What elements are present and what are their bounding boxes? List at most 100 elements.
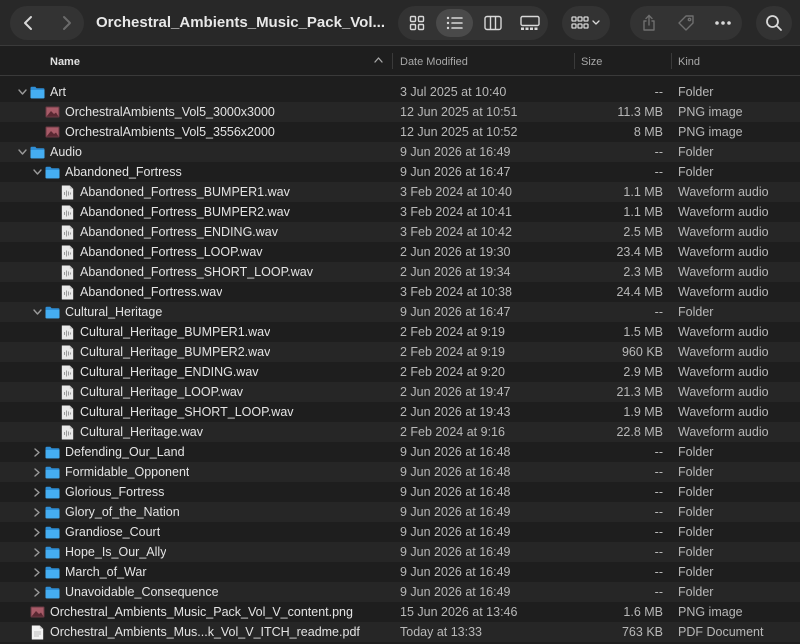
folder-icon [45,525,60,539]
item-size: 763 KB [621,625,663,639]
item-size: 2.5 MB [623,225,663,239]
audio-file-icon [61,405,76,420]
item-date-modified: 3 Feb 2024 at 10:41 [400,205,512,219]
folder-row[interactable]: Hope_Is_Our_Ally 9 Jun 2026 at 16:49 -- Fol… [0,542,800,562]
item-size: 22.8 MB [616,425,663,439]
item-kind: Waveform audio [678,205,769,219]
folder-row[interactable]: Glory_of_the_Nation 9 Jun 2026 at 16:49 --… [0,502,800,522]
image-file-icon [45,105,60,119]
file-row[interactable]: Cultural_Heritage_ENDING.wav 2 Feb 2024 a… [0,362,800,382]
item-name: Orchestral_Ambients_Music_Pack_Vol_V_con… [50,605,353,619]
item-name: Abandoned_Fortress_ENDING.wav [80,225,279,239]
column-size[interactable]: Size [581,56,602,68]
folder-row[interactable]: Audio 9 Jun 2026 at 16:49 -- Folder [0,142,800,162]
item-size: 24.4 MB [616,285,663,299]
item-date-modified: 9 Jun 2026 at 16:49 [400,525,511,539]
item-kind: Folder [678,165,714,179]
folder-row[interactable]: Defending_Our_Land 9 Jun 2026 at 16:48 -- F… [0,442,800,462]
item-kind: Waveform audio [678,285,769,299]
file-row[interactable]: Abandoned_Fortress_ENDING.wav 3 Feb 2024 … [0,222,800,242]
file-row[interactable]: Cultural_Heritage_BUMPER2.wav 2 Feb 2024 … [0,342,800,362]
disclosure-open-icon[interactable] [16,142,28,164]
item-kind: Waveform audio [678,265,769,279]
item-kind: Folder [678,585,714,599]
folder-icon [45,585,60,599]
folder-icon [45,565,60,579]
column-divider[interactable] [671,53,672,69]
item-date-modified: 15 Jun 2026 at 13:46 [400,605,518,619]
item-kind: Folder [678,525,714,539]
column-divider[interactable] [574,53,575,69]
folder-row[interactable]: Art 3 Jul 2025 at 10:40 -- Folder [0,82,800,102]
item-size: -- [654,145,663,159]
disclosure-open-icon[interactable] [31,302,43,324]
list-view-icon [446,16,463,30]
file-row[interactable]: Abandoned_Fortress.wav 3 Feb 2024 at 10:3… [0,282,800,302]
folder-row[interactable]: Grandiose_Court 9 Jun 2026 at 16:49 -- Fold… [0,522,800,542]
file-row[interactable]: Cultural_Heritage_BUMPER1.wav 2 Feb 2024 … [0,322,800,342]
item-size: -- [654,545,663,559]
file-row[interactable]: OrchestralAmbients_Vol5_3000x3000 12 Jun … [0,102,800,122]
sort-ascending-icon[interactable] [374,56,383,67]
folder-row[interactable]: Formidable_Opponent 9 Jun 2026 at 16:48 --… [0,462,800,482]
chevron-right-icon [62,16,71,30]
folder-row[interactable]: Abandoned_Fortress 9 Jun 2026 at 16:47 -- F… [0,162,800,182]
folder-row[interactable]: Unavoidable_Consequence 9 Jun 2026 at 16:… [0,582,800,602]
folder-row[interactable]: March_of_War 9 Jun 2026 at 16:49 -- Folder [0,562,800,582]
chevron-left-icon [23,16,32,30]
item-date-modified: 2 Feb 2024 at 9:19 [400,345,505,359]
item-name: Abandoned_Fortress [65,165,182,179]
item-date-modified: 3 Jul 2025 at 10:40 [400,85,507,99]
file-row[interactable]: OrchestralAmbients_Vol5_3556x2000 12 Jun … [0,122,800,142]
audio-file-icon [61,325,76,340]
more-button[interactable] [704,6,741,40]
file-row[interactable]: Cultural_Heritage_SHORT_LOOP.wav 2 Jun 20… [0,402,800,422]
group-by-button[interactable] [562,6,610,40]
file-row[interactable]: Abandoned_Fortress_BUMPER1.wav 3 Feb 2024… [0,182,800,202]
audio-file-icon [61,345,76,360]
column-kind[interactable]: Kind [678,56,700,68]
item-size: 2.3 MB [623,265,663,279]
file-row[interactable]: Orchestral_Ambients_Music_Pack_Vol_V_con… [0,602,800,622]
folder-row[interactable]: Glorious_Fortress 9 Jun 2026 at 16:48 -- Fo… [0,482,800,502]
icon-view-button[interactable] [398,6,435,40]
search-button[interactable] [756,6,792,40]
column-date-modified[interactable]: Date Modified [400,56,468,68]
file-row[interactable]: Cultural_Heritage_LOOP.wav 2 Jun 2026 at … [0,382,800,402]
tag-button[interactable] [667,6,704,40]
item-kind: PNG image [678,125,743,139]
list-view-button[interactable] [436,9,473,37]
share-button[interactable] [630,6,667,40]
item-name: OrchestralAmbients_Vol5_3556x2000 [65,125,275,139]
item-name: Abandoned_Fortress_SHORT_LOOP.wav [80,265,313,279]
forward-button[interactable] [47,6,84,40]
item-name: Cultural_Heritage_BUMPER2.wav [80,345,271,359]
column-name[interactable]: Name [50,56,80,68]
file-row[interactable]: Abandoned_Fortress_LOOP.wav 2 Jun 2026 at… [0,242,800,262]
item-name: Cultural_Heritage.wav [80,425,203,439]
image-file-icon [45,125,60,139]
folder-row[interactable]: Cultural_Heritage 9 Jun 2026 at 16:47 -- Fo… [0,302,800,322]
disclosure-open-icon[interactable] [31,162,43,184]
item-date-modified: 3 Feb 2024 at 10:38 [400,285,512,299]
item-name: Orchestral_Ambients_Mus...k_Vol_V_ITCH_r… [50,625,360,639]
gallery-view-button[interactable] [511,6,548,40]
item-date-modified: 9 Jun 2026 at 16:49 [400,545,511,559]
item-date-modified: 9 Jun 2026 at 16:47 [400,305,511,319]
file-row[interactable]: Orchestral_Ambients_Mus...k_Vol_V_ITCH_r… [0,622,800,642]
item-date-modified: 2 Jun 2026 at 19:43 [400,405,511,419]
file-row[interactable]: Abandoned_Fortress_BUMPER2.wav 3 Feb 2024… [0,202,800,222]
item-name: Hope_Is_Our_Ally [65,545,167,559]
file-row[interactable]: Cultural_Heritage.wav 2 Feb 2024 at 9:16 2… [0,422,800,442]
group-by-menu[interactable] [562,6,610,40]
audio-file-icon [61,385,76,400]
column-divider[interactable] [392,53,393,69]
item-kind: PNG image [678,605,743,619]
back-button[interactable] [10,6,47,40]
column-view-button[interactable] [474,6,511,40]
folder-icon [45,445,60,459]
item-date-modified: 2 Feb 2024 at 9:19 [400,325,505,339]
item-date-modified: 12 Jun 2025 at 10:51 [400,105,518,119]
disclosure-open-icon[interactable] [16,82,28,104]
file-row[interactable]: Abandoned_Fortress_SHORT_LOOP.wav 2 Jun 2… [0,262,800,282]
